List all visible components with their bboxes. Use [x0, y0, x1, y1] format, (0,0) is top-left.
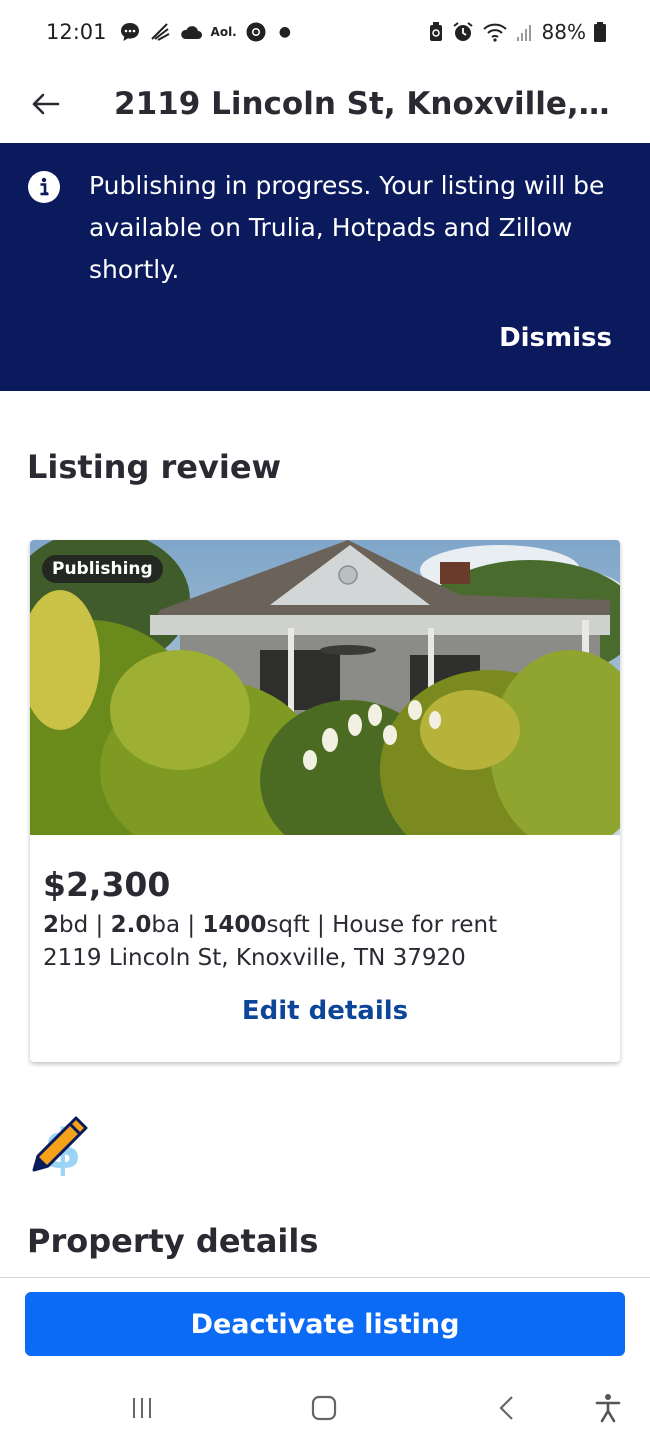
- bird-icon: [149, 21, 171, 43]
- system-back-button[interactable]: [487, 1390, 527, 1426]
- aol-icon: Aol.: [210, 25, 237, 39]
- status-left: 12:01 Aol. ●: [46, 20, 291, 44]
- signal-icon: [516, 21, 534, 43]
- beds-unit: bd: [59, 912, 89, 938]
- edit-details-link[interactable]: Edit details: [30, 996, 620, 1026]
- battery-percent: 88%: [541, 20, 586, 44]
- back-button[interactable]: [0, 64, 90, 144]
- listing-address: 2119 Lincoln St, Knoxville, TN 37920: [43, 945, 466, 971]
- chat-bubble-icon: [119, 21, 141, 43]
- chrome-icon: [245, 21, 267, 43]
- back-icon: [499, 1396, 513, 1420]
- beds-value: 2: [43, 912, 60, 938]
- listing-facts: 2bd | 2.0ba | 1400sqft | House for rent: [43, 912, 497, 938]
- listing-type: House for rent: [332, 912, 498, 938]
- sqft-unit: sqft: [266, 912, 310, 938]
- wifi-icon: [482, 21, 508, 43]
- app-header: 2119 Lincoln St, Knoxville, T...: [0, 64, 650, 144]
- home-icon: [311, 1395, 337, 1421]
- dot-icon: ●: [278, 24, 291, 40]
- facts-separator: |: [180, 912, 203, 938]
- recent-apps-button[interactable]: [122, 1390, 162, 1426]
- alarm-icon: [452, 21, 474, 43]
- status-bar: 12:01 Aol. ● 88%: [0, 0, 650, 64]
- facts-separator: |: [88, 912, 111, 938]
- sqft-value: 1400: [202, 912, 267, 938]
- banner-message: Publishing in progress. Your listing wil…: [89, 171, 605, 284]
- system-nav-bar: [0, 1372, 650, 1444]
- dismiss-button[interactable]: Dismiss: [499, 323, 612, 353]
- status-right: 88%: [428, 20, 606, 44]
- facts-separator: |: [309, 912, 333, 938]
- deactivate-listing-button[interactable]: Deactivate listing: [25, 1292, 625, 1356]
- battery-icon: [594, 21, 606, 43]
- pencil-dollar-icon: $: [28, 1110, 92, 1181]
- listing-card: Publishing $2,300 2bd | 2.0ba | 1400sqft…: [30, 540, 620, 1062]
- listing-photo: Publishing: [30, 540, 620, 835]
- footer-divider: [0, 1277, 650, 1278]
- publishing-badge: Publishing: [42, 555, 163, 583]
- listing-review-heading: Listing review: [27, 448, 282, 486]
- arrow-left-icon: [32, 93, 60, 115]
- battery-saver-icon: [428, 21, 444, 43]
- home-button[interactable]: [304, 1390, 344, 1426]
- cloud-icon: [179, 23, 203, 41]
- recent-apps-icon: [133, 1398, 151, 1418]
- listing-price: $2,300: [43, 865, 171, 904]
- publishing-banner: Publishing in progress. Your listing wil…: [0, 143, 650, 391]
- info-icon: [27, 170, 61, 208]
- baths-value: 2.0: [110, 912, 152, 938]
- property-details-heading: Property details: [27, 1222, 319, 1260]
- page-title: 2119 Lincoln St, Knoxville, T...: [114, 86, 615, 122]
- baths-unit: ba: [151, 912, 181, 938]
- accessibility-icon: [595, 1394, 621, 1423]
- status-time: 12:01: [46, 20, 107, 44]
- accessibility-button[interactable]: [588, 1390, 628, 1426]
